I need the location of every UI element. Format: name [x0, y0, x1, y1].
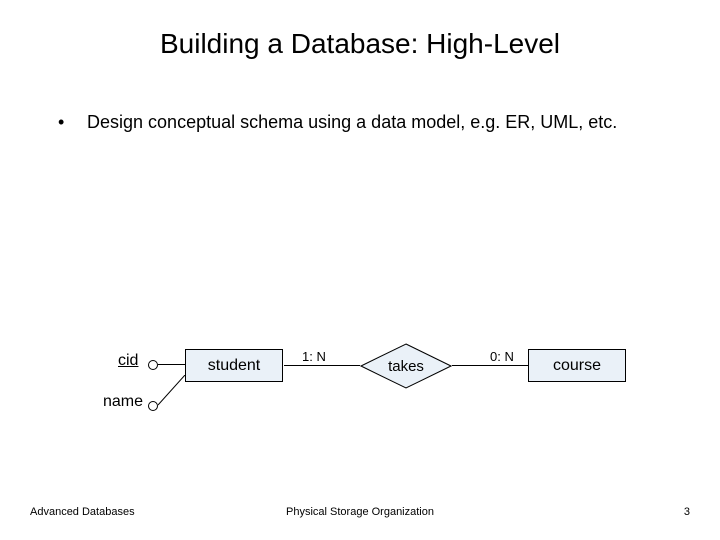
connector-cid-student: [158, 364, 185, 365]
connector-student-takes: [284, 365, 360, 366]
attribute-name-node: [148, 401, 158, 411]
entity-course-label: course: [553, 357, 601, 375]
attribute-name-label: name: [103, 393, 143, 411]
footer-page-number: 3: [684, 506, 690, 518]
cardinality-right: 0: N: [490, 349, 514, 364]
relationship-takes-label: takes: [360, 343, 452, 389]
slide-title: Building a Database: High-Level: [0, 28, 720, 60]
entity-student: student: [185, 349, 283, 382]
connector-takes-course: [452, 365, 528, 366]
attribute-cid-label: cid: [118, 352, 138, 370]
bullet-item: • Design conceptual schema using a data …: [58, 110, 680, 134]
footer-center: Physical Storage Organization: [0, 506, 720, 518]
attribute-cid-node: [148, 360, 158, 370]
bullet-text: Design conceptual schema using a data mo…: [87, 110, 667, 134]
er-diagram: cid name student 1: N takes 0: N course: [0, 0, 720, 540]
entity-course: course: [528, 349, 626, 382]
slide: Building a Database: High-Level • Design…: [0, 0, 720, 540]
cardinality-left: 1: N: [302, 349, 326, 364]
connector-name-student: [158, 375, 188, 407]
bullet-marker: •: [58, 110, 82, 134]
entity-student-label: student: [208, 357, 260, 375]
relationship-takes: takes: [360, 343, 452, 389]
